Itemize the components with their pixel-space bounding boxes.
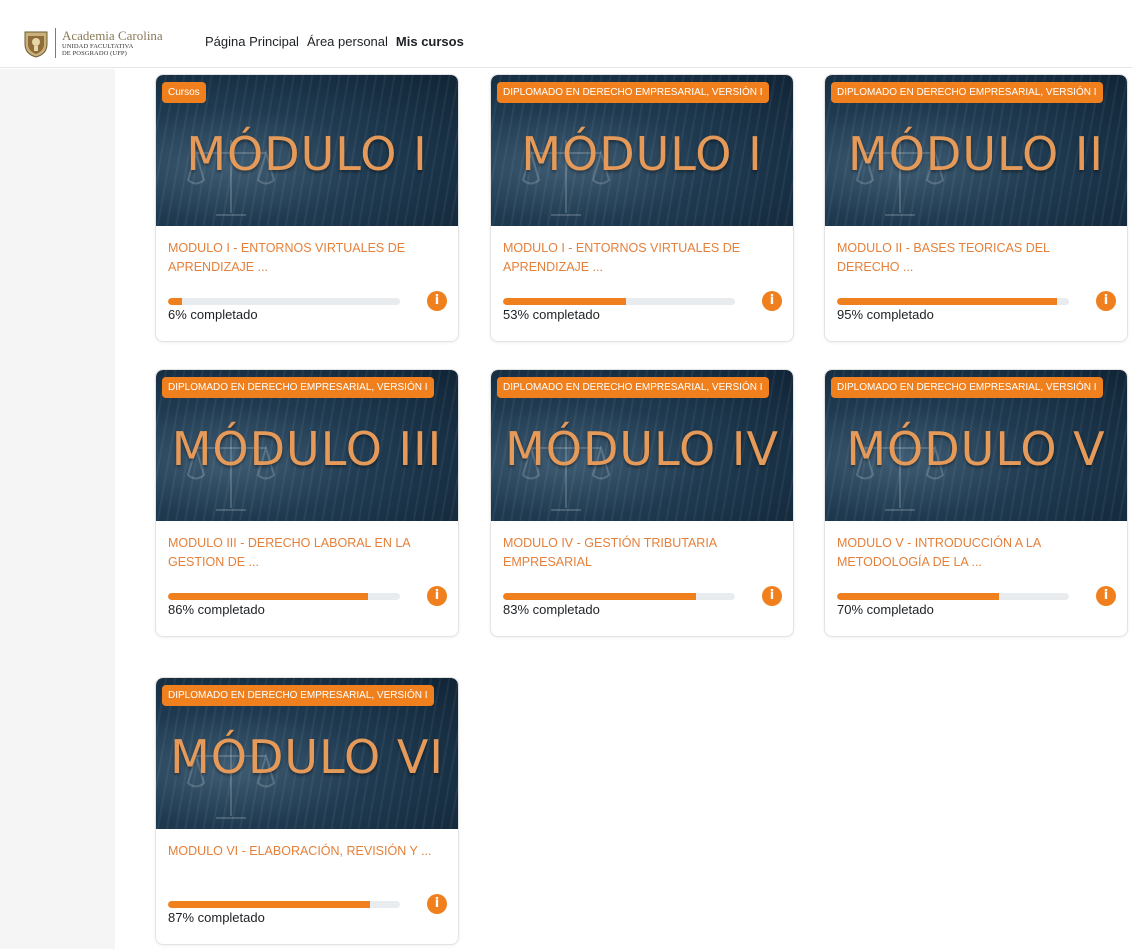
nav-link-mis-cursos[interactable]: Mis cursos — [396, 34, 464, 49]
progress-label: 6% completado — [168, 307, 258, 322]
course-progress: 53% completado i — [503, 291, 782, 329]
course-banner-title: MÓDULO V — [846, 422, 1106, 476]
course-category-badge: DIPLOMADO EN DERECHO EMPRESARIAL, VERSIÓ… — [831, 82, 1103, 103]
course-banner-image[interactable]: MÓDULO V DIPLOMADO EN DERECHO EMPRESARIA… — [825, 370, 1127, 521]
course-name-link[interactable]: MODULO III - DERECHO LABORAL EN LA GESTI… — [168, 534, 446, 572]
course-card-body: MODULO I - ENTORNOS VIRTUALES DE APRENDI… — [491, 226, 793, 341]
nav-link-pagina-principal[interactable]: Página Principal — [205, 34, 299, 49]
course-card-body: MODULO V - INTRODUCCIÓN A LA METODOLOGÍA… — [825, 521, 1127, 636]
course-card[interactable]: MÓDULO IV DIPLOMADO EN DERECHO EMPRESARI… — [490, 369, 794, 637]
course-banner-title: MÓDULO II — [848, 127, 1104, 181]
progress-bar-fill — [168, 901, 370, 908]
course-progress: 87% completado i — [168, 894, 447, 932]
course-category-badge: DIPLOMADO EN DERECHO EMPRESARIAL, VERSIÓ… — [497, 82, 769, 103]
course-card[interactable]: MÓDULO I DIPLOMADO EN DERECHO EMPRESARIA… — [490, 74, 794, 342]
course-banner-image[interactable]: MÓDULO I Cursos — [156, 75, 458, 226]
top-navbar: Academia Carolina UNIDAD FACULTATIVA DE … — [0, 22, 1132, 68]
course-name-link[interactable]: MODULO V - INTRODUCCIÓN A LA METODOLOGÍA… — [837, 534, 1115, 572]
course-name-link[interactable]: MODULO II - BASES TEORICAS DEL DERECHO .… — [837, 239, 1115, 277]
info-icon[interactable]: i — [762, 586, 782, 606]
course-name-link[interactable]: MODULO VI - ELABORACIÓN, REVISIÓN Y ... — [168, 842, 446, 880]
brand-text: Academia Carolina UNIDAD FACULTATIVA DE … — [62, 27, 163, 58]
info-icon[interactable]: i — [427, 894, 447, 914]
progress-bar-fill — [503, 298, 626, 305]
course-banner-title: MÓDULO III — [171, 422, 443, 476]
course-banner-image[interactable]: MÓDULO III DIPLOMADO EN DERECHO EMPRESAR… — [156, 370, 458, 521]
course-category-badge: DIPLOMADO EN DERECHO EMPRESARIAL, VERSIÓ… — [162, 685, 434, 706]
course-banner-title: MÓDULO VI — [170, 730, 444, 784]
brand-subtitle-line-2: DE POSGRADO (UFP) — [62, 50, 127, 57]
course-banner-title: MÓDULO IV — [505, 422, 779, 476]
primary-nav: Página Principal Área personal Mis curso… — [205, 34, 472, 49]
progress-label: 53% completado — [503, 307, 600, 322]
course-card-body: MODULO I - ENTORNOS VIRTUALES DE APRENDI… — [156, 226, 458, 341]
course-category-badge: DIPLOMADO EN DERECHO EMPRESARIAL, VERSIÓ… — [831, 377, 1103, 398]
info-icon[interactable]: i — [427, 586, 447, 606]
info-icon[interactable]: i — [1096, 291, 1116, 311]
course-banner-image[interactable]: MÓDULO I DIPLOMADO EN DERECHO EMPRESARIA… — [491, 75, 793, 226]
progress-label: 87% completado — [168, 910, 265, 925]
progress-label: 83% completado — [503, 602, 600, 617]
left-sidebar — [0, 69, 115, 949]
course-progress: 83% completado i — [503, 586, 782, 624]
course-progress: 6% completado i — [168, 291, 447, 329]
progress-bar — [503, 593, 735, 600]
course-category-badge: DIPLOMADO EN DERECHO EMPRESARIAL, VERSIÓ… — [497, 377, 769, 398]
progress-bar-fill — [503, 593, 696, 600]
progress-bar-fill — [837, 298, 1058, 305]
progress-bar-fill — [837, 593, 1000, 600]
course-card-body: MODULO II - BASES TEORICAS DEL DERECHO .… — [825, 226, 1127, 341]
progress-label: 95% completado — [837, 307, 934, 322]
course-card-body: MODULO IV - GESTIÓN TRIBUTARIA EMPRESARI… — [491, 521, 793, 636]
course-name-link[interactable]: MODULO IV - GESTIÓN TRIBUTARIA EMPRESARI… — [503, 534, 781, 572]
nav-link-area-personal[interactable]: Área personal — [307, 34, 388, 49]
course-card[interactable]: MÓDULO II DIPLOMADO EN DERECHO EMPRESARI… — [824, 74, 1128, 342]
progress-bar — [168, 901, 400, 908]
course-banner-title: MÓDULO I — [186, 127, 428, 181]
course-banner-image[interactable]: MÓDULO IV DIPLOMADO EN DERECHO EMPRESARI… — [491, 370, 793, 521]
info-icon[interactable]: i — [427, 291, 447, 311]
brand-subtitle-line-1: UNIDAD FACULTATIVA — [62, 42, 134, 50]
university-crest-icon — [24, 31, 48, 58]
progress-label: 70% completado — [837, 602, 934, 617]
progress-label: 86% completado — [168, 602, 265, 617]
progress-bar — [168, 298, 400, 305]
course-card[interactable]: MÓDULO III DIPLOMADO EN DERECHO EMPRESAR… — [155, 369, 459, 637]
progress-bar — [837, 593, 1069, 600]
course-card-body: MODULO III - DERECHO LABORAL EN LA GESTI… — [156, 521, 458, 636]
progress-bar-fill — [168, 298, 182, 305]
cropped-page-heading — [0, 0, 1132, 22]
course-card-body: MODULO VI - ELABORACIÓN, REVISIÓN Y ... … — [156, 829, 458, 944]
course-card[interactable]: MÓDULO I Cursos MODULO I - ENTORNOS VIRT… — [155, 74, 459, 342]
course-category-badge: Cursos — [162, 82, 206, 103]
info-icon[interactable]: i — [1096, 586, 1116, 606]
course-category-badge: DIPLOMADO EN DERECHO EMPRESARIAL, VERSIÓ… — [162, 377, 434, 398]
progress-bar — [503, 298, 735, 305]
course-banner-title: MÓDULO I — [521, 127, 763, 181]
course-banner-image[interactable]: MÓDULO VI DIPLOMADO EN DERECHO EMPRESARI… — [156, 678, 458, 829]
course-progress: 86% completado i — [168, 586, 447, 624]
progress-bar — [837, 298, 1069, 305]
progress-bar-fill — [168, 593, 368, 600]
course-card[interactable]: MÓDULO VI DIPLOMADO EN DERECHO EMPRESARI… — [155, 677, 459, 945]
info-icon[interactable]: i — [762, 291, 782, 311]
course-name-link[interactable]: MODULO I - ENTORNOS VIRTUALES DE APRENDI… — [503, 239, 781, 277]
course-progress: 70% completado i — [837, 586, 1116, 624]
course-progress: 95% completado i — [837, 291, 1116, 329]
course-card[interactable]: MÓDULO V DIPLOMADO EN DERECHO EMPRESARIA… — [824, 369, 1128, 637]
logo-divider — [55, 28, 56, 58]
site-logo[interactable]: Academia Carolina UNIDAD FACULTATIVA DE … — [22, 28, 163, 58]
brand-name: Academia Carolina — [62, 27, 163, 43]
course-name-link[interactable]: MODULO I - ENTORNOS VIRTUALES DE APRENDI… — [168, 239, 446, 277]
progress-bar — [168, 593, 400, 600]
course-banner-image[interactable]: MÓDULO II DIPLOMADO EN DERECHO EMPRESARI… — [825, 75, 1127, 226]
